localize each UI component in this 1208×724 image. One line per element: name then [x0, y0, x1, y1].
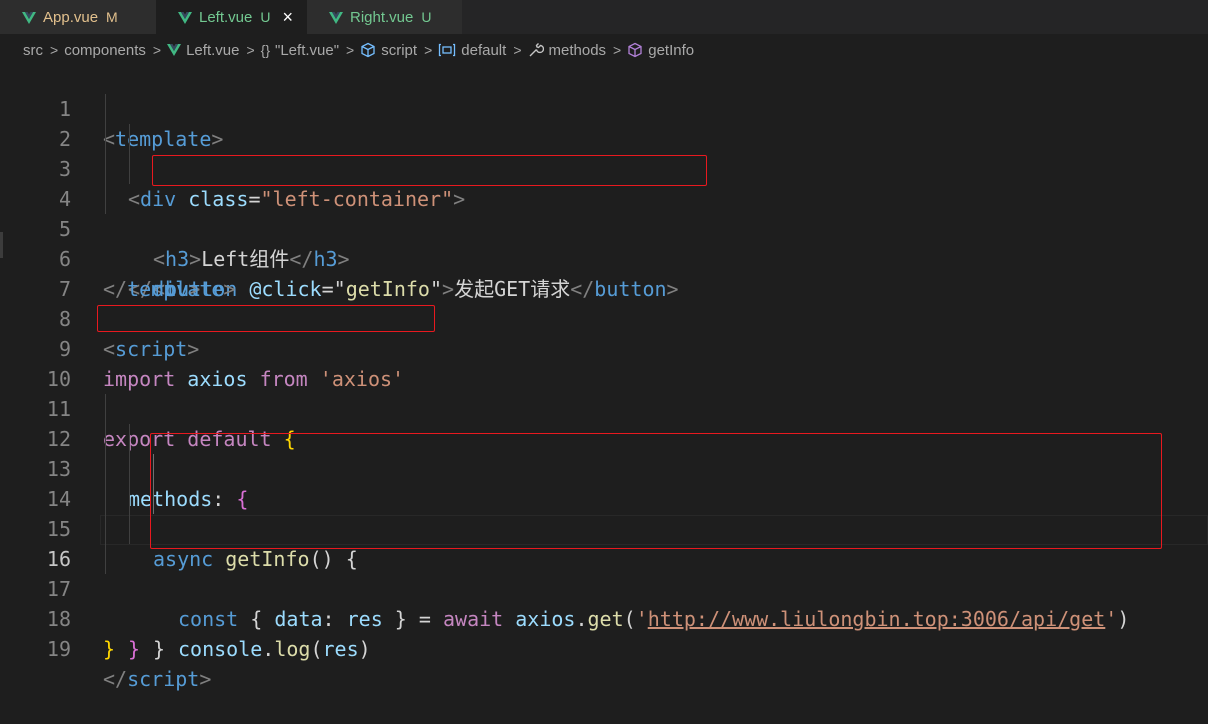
breadcrumb-item-script[interactable]: script >	[360, 42, 438, 59]
code-line[interactable]: 5 </div>	[0, 184, 1208, 301]
indent-guide	[105, 154, 106, 184]
chevron-right-icon: >	[424, 42, 433, 58]
chevron-right-icon: >	[513, 42, 522, 58]
vue-file-icon	[178, 11, 192, 24]
breadcrumb-label: methods	[548, 41, 607, 59]
indent-guide	[105, 454, 106, 484]
tab-git-status: U	[260, 9, 271, 25]
code-line[interactable]: 12 methods: {	[0, 394, 1208, 511]
code-line[interactable]: 7	[0, 244, 1208, 301]
indent-guide	[129, 154, 130, 184]
breadcrumb-item-module[interactable]: {} "Left.vue" >	[261, 42, 361, 59]
tab-left-vue[interactable]: Left.vue U ×	[156, 0, 308, 34]
indent-guide	[105, 124, 106, 154]
line-content: }	[153, 637, 166, 661]
code-line[interactable]: 6 </template>	[0, 214, 1208, 301]
tab-label: Right.vue	[350, 8, 414, 26]
indent-guide	[105, 544, 106, 574]
line-content: console.log(res)	[178, 637, 371, 661]
vue-file-icon	[167, 44, 182, 56]
code-line[interactable]: 18 }	[0, 574, 1208, 661]
line-content: </script>	[103, 667, 212, 691]
breadcrumb-item-components[interactable]: components >	[64, 42, 167, 59]
indent-guide	[129, 424, 130, 454]
breadcrumb-item-default[interactable]: default >	[438, 42, 527, 59]
code-line[interactable]: 1 <template>	[0, 64, 1208, 151]
code-line[interactable]: 19 </script>	[0, 604, 1208, 691]
tab-git-status: U	[421, 9, 432, 25]
braces-icon: {}	[260, 42, 271, 58]
line-content: }	[128, 637, 141, 661]
chevron-right-icon: >	[152, 42, 162, 58]
variable-icon	[438, 43, 456, 57]
indent-guide	[105, 394, 106, 424]
indent-guide	[105, 184, 106, 214]
vue-file-icon	[329, 11, 343, 24]
highlight-box-import-line	[97, 305, 435, 332]
indent-guide	[105, 514, 106, 544]
breadcrumb-label: components	[64, 41, 146, 59]
code-line[interactable]: 3 <h3>Left组件</h3>	[0, 124, 1208, 271]
method-icon	[627, 42, 643, 58]
indent-guide	[129, 484, 130, 514]
indent-guide	[105, 484, 106, 514]
indent-guide	[105, 424, 106, 454]
breadcrumb-label: default	[461, 41, 507, 59]
wrench-icon	[528, 42, 544, 58]
tab-right-vue[interactable]: Right.vue U	[307, 0, 462, 34]
code-line[interactable]: 8 <script>	[0, 274, 1208, 361]
chevron-right-icon: >	[613, 42, 622, 58]
breadcrumb-label: getInfo	[648, 41, 695, 59]
vue-file-icon	[22, 11, 36, 24]
code-editor[interactable]: 1 <template> 2 <div class="left-containe…	[0, 64, 1208, 691]
tab-label: App.vue	[43, 8, 99, 26]
tab-git-status: M	[106, 9, 118, 25]
code-line[interactable]: 11 export default {	[0, 364, 1208, 451]
line-content: }	[103, 637, 116, 661]
code-line[interactable]: 2 <div class="left-container">	[0, 94, 1208, 211]
chevron-right-icon: >	[346, 42, 355, 58]
highlight-box-getinfo-method	[150, 433, 1162, 549]
indent-guide	[129, 514, 130, 544]
highlight-box-button-line	[152, 155, 707, 186]
indent-guide	[129, 124, 130, 154]
chevron-right-icon: >	[246, 42, 255, 58]
breadcrumb-item-file[interactable]: Left.vue >	[167, 42, 261, 59]
chevron-right-icon: >	[50, 42, 59, 58]
editor-tab-bar: App.vue M Left.vue U × Right.vue U	[0, 0, 1208, 34]
tab-label: Left.vue	[199, 8, 253, 26]
indent-guide	[129, 454, 130, 484]
breadcrumb-label: Left.vue	[186, 41, 240, 59]
breadcrumb-label: "Left.vue"	[275, 41, 340, 59]
tab-app-vue[interactable]: App.vue M	[0, 0, 158, 34]
line-number: 19	[46, 637, 71, 661]
breadcrumb-label: script	[381, 41, 418, 59]
cube-icon	[360, 42, 376, 58]
breadcrumb-item-src[interactable]: src >	[23, 42, 64, 59]
code-line[interactable]: 10	[0, 334, 1208, 391]
breadcrumb-item-methods[interactable]: methods >	[528, 42, 628, 59]
indent-guide	[105, 94, 106, 124]
breadcrumb-label: src	[23, 41, 43, 59]
close-tab-icon[interactable]: ×	[283, 8, 294, 26]
breadcrumb: src > components > Left.vue > {} "Left.v…	[0, 34, 1208, 66]
breadcrumb-item-getinfo[interactable]: getInfo	[627, 42, 694, 59]
